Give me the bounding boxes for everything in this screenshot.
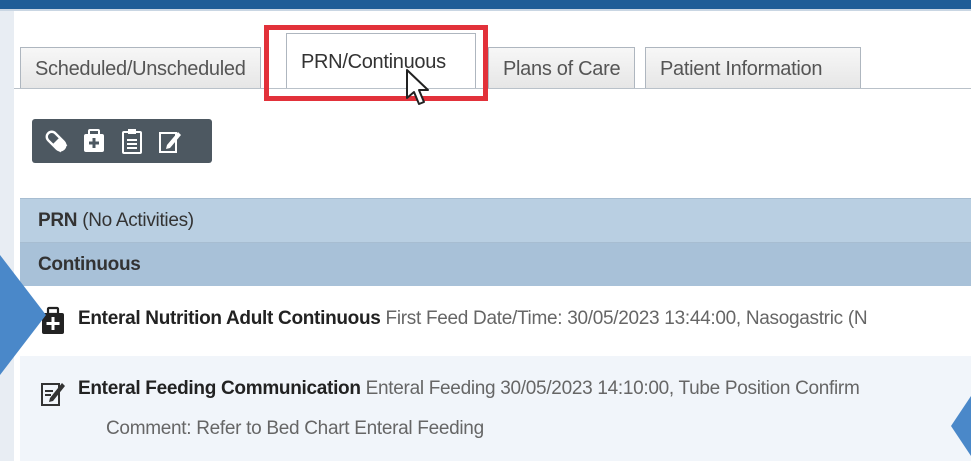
section-header-continuous[interactable]: Continuous — [20, 242, 971, 286]
edit-document-icon[interactable] — [156, 126, 184, 156]
clipboard-icon[interactable] — [118, 126, 146, 156]
section-note-prn: (No Activities) — [82, 210, 194, 231]
section-header-prn[interactable]: PRN (No Activities) — [20, 198, 971, 242]
medical-bag-icon[interactable] — [80, 126, 108, 156]
list-item[interactable]: Enteral Nutrition Adult Continuous First… — [20, 286, 971, 356]
tab-plans-of-care[interactable]: Plans of Care — [488, 47, 636, 88]
order-detail: Enteral Feeding 30/05/2023 14:10:00, Tub… — [365, 378, 860, 399]
tabs-divider — [14, 88, 971, 89]
edit-document-icon — [40, 378, 66, 414]
window-top-bar — [0, 0, 971, 9]
order-detail: First Feed Date/Time: 30/05/2023 13:44:0… — [385, 308, 868, 329]
order-title[interactable]: Enteral Nutrition Adult Continuous — [78, 308, 381, 329]
tab-scheduled-unscheduled[interactable]: Scheduled/Unscheduled — [20, 47, 261, 88]
section-title-prn: PRN — [38, 210, 78, 231]
tab-patient-information[interactable]: Patient Information — [645, 47, 861, 88]
pill-icon[interactable] — [42, 126, 70, 156]
mouse-cursor-icon — [406, 69, 429, 105]
callout-arrow-right — [951, 396, 971, 456]
order-title[interactable]: Enteral Feeding Communication — [78, 378, 361, 399]
left-margin — [0, 0, 14, 461]
list-item[interactable]: Enteral Feeding Communication Enteral Fe… — [20, 356, 971, 461]
order-comment: Comment: Refer to Bed Chart Enteral Feed… — [106, 418, 484, 439]
callout-arrow-left — [0, 255, 46, 375]
section-title-continuous: Continuous — [38, 254, 141, 275]
tab-prn-continuous[interactable]: PRN/Continuous — [286, 33, 476, 89]
action-toolbar — [32, 119, 212, 163]
